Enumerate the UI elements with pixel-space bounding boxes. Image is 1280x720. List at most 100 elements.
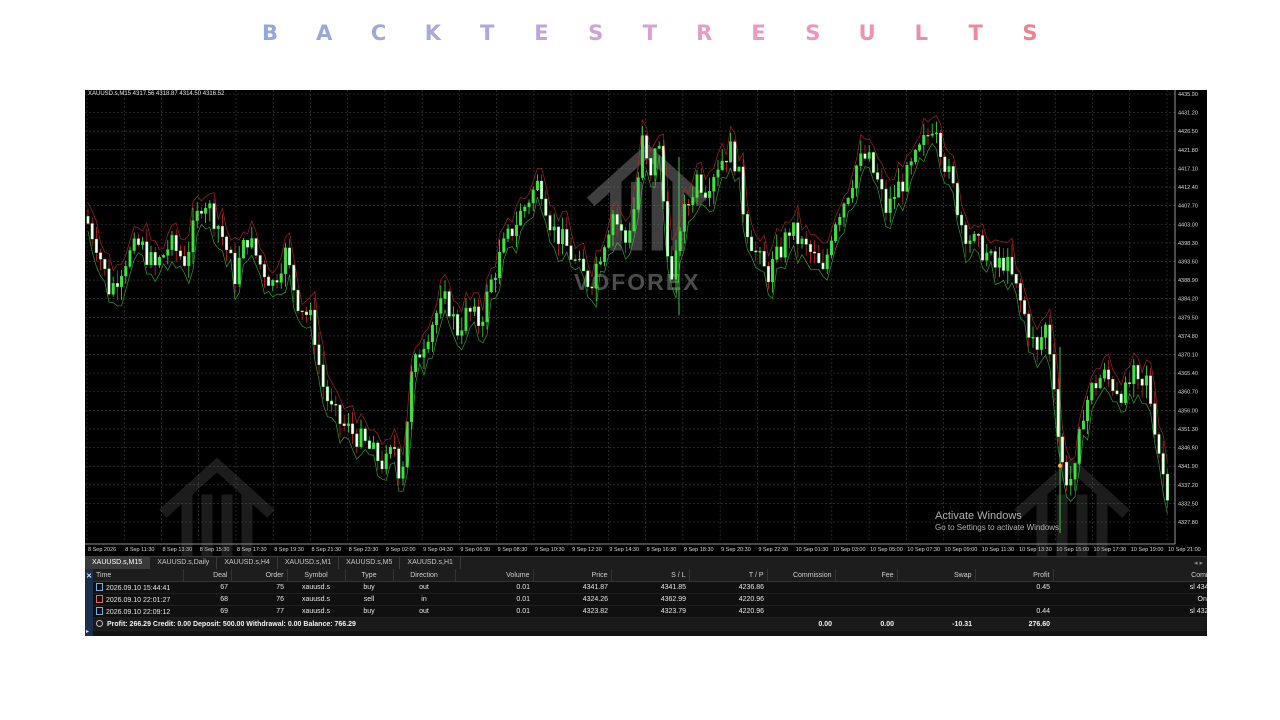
candle-body [1069,478,1073,486]
candle-body [187,251,191,266]
candle-body [733,141,737,172]
candle-body [594,263,598,289]
title-letter: S [588,21,604,45]
activation-heading: Activate Windows [935,510,1022,522]
cell-volume: 0.01 [455,593,533,606]
candle-body [918,144,922,151]
candle-body [901,181,905,192]
column-header[interactable]: Type [345,569,394,582]
cell-direction: in [393,593,455,606]
deal-icon [96,583,103,591]
tab-scroll-arrows[interactable]: ◂ ▸ [1194,559,1207,567]
column-header[interactable]: Profit [975,569,1054,582]
candle-body [271,280,275,286]
candle-body [985,252,989,261]
tab-xauusd-s-m1[interactable]: XAUUSD.s,M1 [278,557,340,569]
time-axis-label: 9 Sep 18:30 [684,547,714,553]
cell-sl: 4341.85 [611,581,689,594]
candle-body [338,404,342,424]
column-header[interactable]: T / P [689,569,768,582]
cell-comment: sl 4341.85 [1053,581,1207,594]
candle-body [376,442,380,462]
column-header[interactable]: Comment [1053,569,1207,582]
column-header[interactable]: Time [93,569,184,582]
close-icon[interactable]: ✕ [85,572,93,580]
candle-body [510,228,514,237]
candle-body [787,232,791,236]
candle-body [405,421,409,468]
column-header[interactable]: Volume [455,569,534,582]
candle-body [1010,256,1014,275]
time-axis-label: 10 Sep 05:00 [870,547,903,553]
candle-body [363,428,367,441]
column-header[interactable]: Direction [393,569,456,582]
tab-xauusd-s-h4[interactable]: XAUUSD.s,H4 [217,557,278,569]
candle-body [582,258,586,272]
candle-body [1039,337,1043,350]
candle-body [758,251,762,253]
price-chart[interactable]: 4435.90 4431.20 4426.50 4421.80 4417.10 4412.… [85,90,1207,556]
candle-body [216,226,220,229]
candle-body [1006,256,1010,271]
toolbox-sidebar: ✕ ▸ [85,569,93,636]
cell-type: buy [345,605,393,618]
candle-body [258,255,262,265]
candle-body [321,364,325,387]
price-axis-label: 4398.30 [1178,241,1198,247]
candle-body [115,283,119,287]
column-header[interactable]: Commission [767,569,836,582]
trade-marker [1058,463,1062,468]
column-header[interactable]: Fee [835,569,898,582]
candle-body [703,192,707,198]
column-header[interactable]: Swap [897,569,976,582]
candle-body [708,191,712,198]
tab-xauusd-s-h1[interactable]: XAUUSD.s,H1 [400,557,461,569]
candle-body [162,255,166,258]
candle-body [527,202,531,208]
candle-body [661,145,665,202]
candle-body [825,254,829,270]
time-axis-label: 9 Sep 08:30 [498,547,528,553]
candle-body [1056,389,1060,437]
cell-commission [767,593,835,606]
candle-body [325,386,329,402]
candle-body [502,238,506,253]
chart-ohlc-info: XAUUSD.s,M15 4317.56 4318.87 4314.50 431… [88,91,225,97]
tab-xauusd-s-daily[interactable]: XAUUSD.s,Daily [150,557,218,569]
candle-body [409,371,413,423]
candle-body [653,148,657,176]
candlestick-chart[interactable]: 4435.90 4431.20 4426.50 4421.80 4417.10 4412.… [85,90,1207,556]
candle-body [149,252,153,266]
symbol-tabs: XAUUSD.s,M15 XAUUSD.s,Daily XAUUSD.s,H4 XAU… [85,556,1207,569]
candle-body [460,330,464,336]
cell-swap [897,593,975,606]
summary-commission: 0.00 [767,617,835,631]
candle-body [1073,463,1077,480]
candle-body [1035,337,1039,350]
trade-history-table: Time Deal Order Symbol Type Direction Volume Pr… [93,569,1207,631]
title-letter: S [805,21,821,45]
watermark-logo-shape [159,457,275,556]
tab-xauusd-s-m5[interactable]: XAUUSD.s,M5 [339,557,401,569]
candle-body [1128,382,1132,384]
time-axis-label: 8 Sep 23:30 [349,547,379,553]
table-row[interactable]: 2026.09.10 22:09:12 69 77 xauusd.s buy out 0.0… [93,605,1207,618]
candle-body [401,466,405,479]
tab-xauusd-s-m15[interactable]: XAUUSD.s,M15 [85,557,151,569]
watermark-logo-icon [159,457,275,556]
column-header[interactable]: Symbol [287,569,346,582]
column-header[interactable]: S / L [611,569,690,582]
candle-body [246,239,250,248]
candle-body [1119,393,1123,403]
toolbox-tab-icon[interactable]: ▸ [86,628,89,635]
price-axis-label: 4337.20 [1178,483,1198,489]
column-header[interactable]: Order [231,569,288,582]
price-axis-label: 4346.60 [1178,446,1198,452]
time-axis-label: 10 Sep 19:00 [1131,547,1164,553]
deal-icon [96,607,103,615]
table-row[interactable]: 2026.09.10 22:01:27 68 76 xauusd.s sell in 0.0… [93,593,1207,606]
table-row[interactable]: 2026.09.10 15:44:41 67 75 xauusd.s buy out 0.0… [93,581,1207,594]
price-axis-label: 4365.40 [1178,371,1198,377]
column-header[interactable]: Price [533,569,612,582]
column-header[interactable]: Deal [183,569,232,582]
